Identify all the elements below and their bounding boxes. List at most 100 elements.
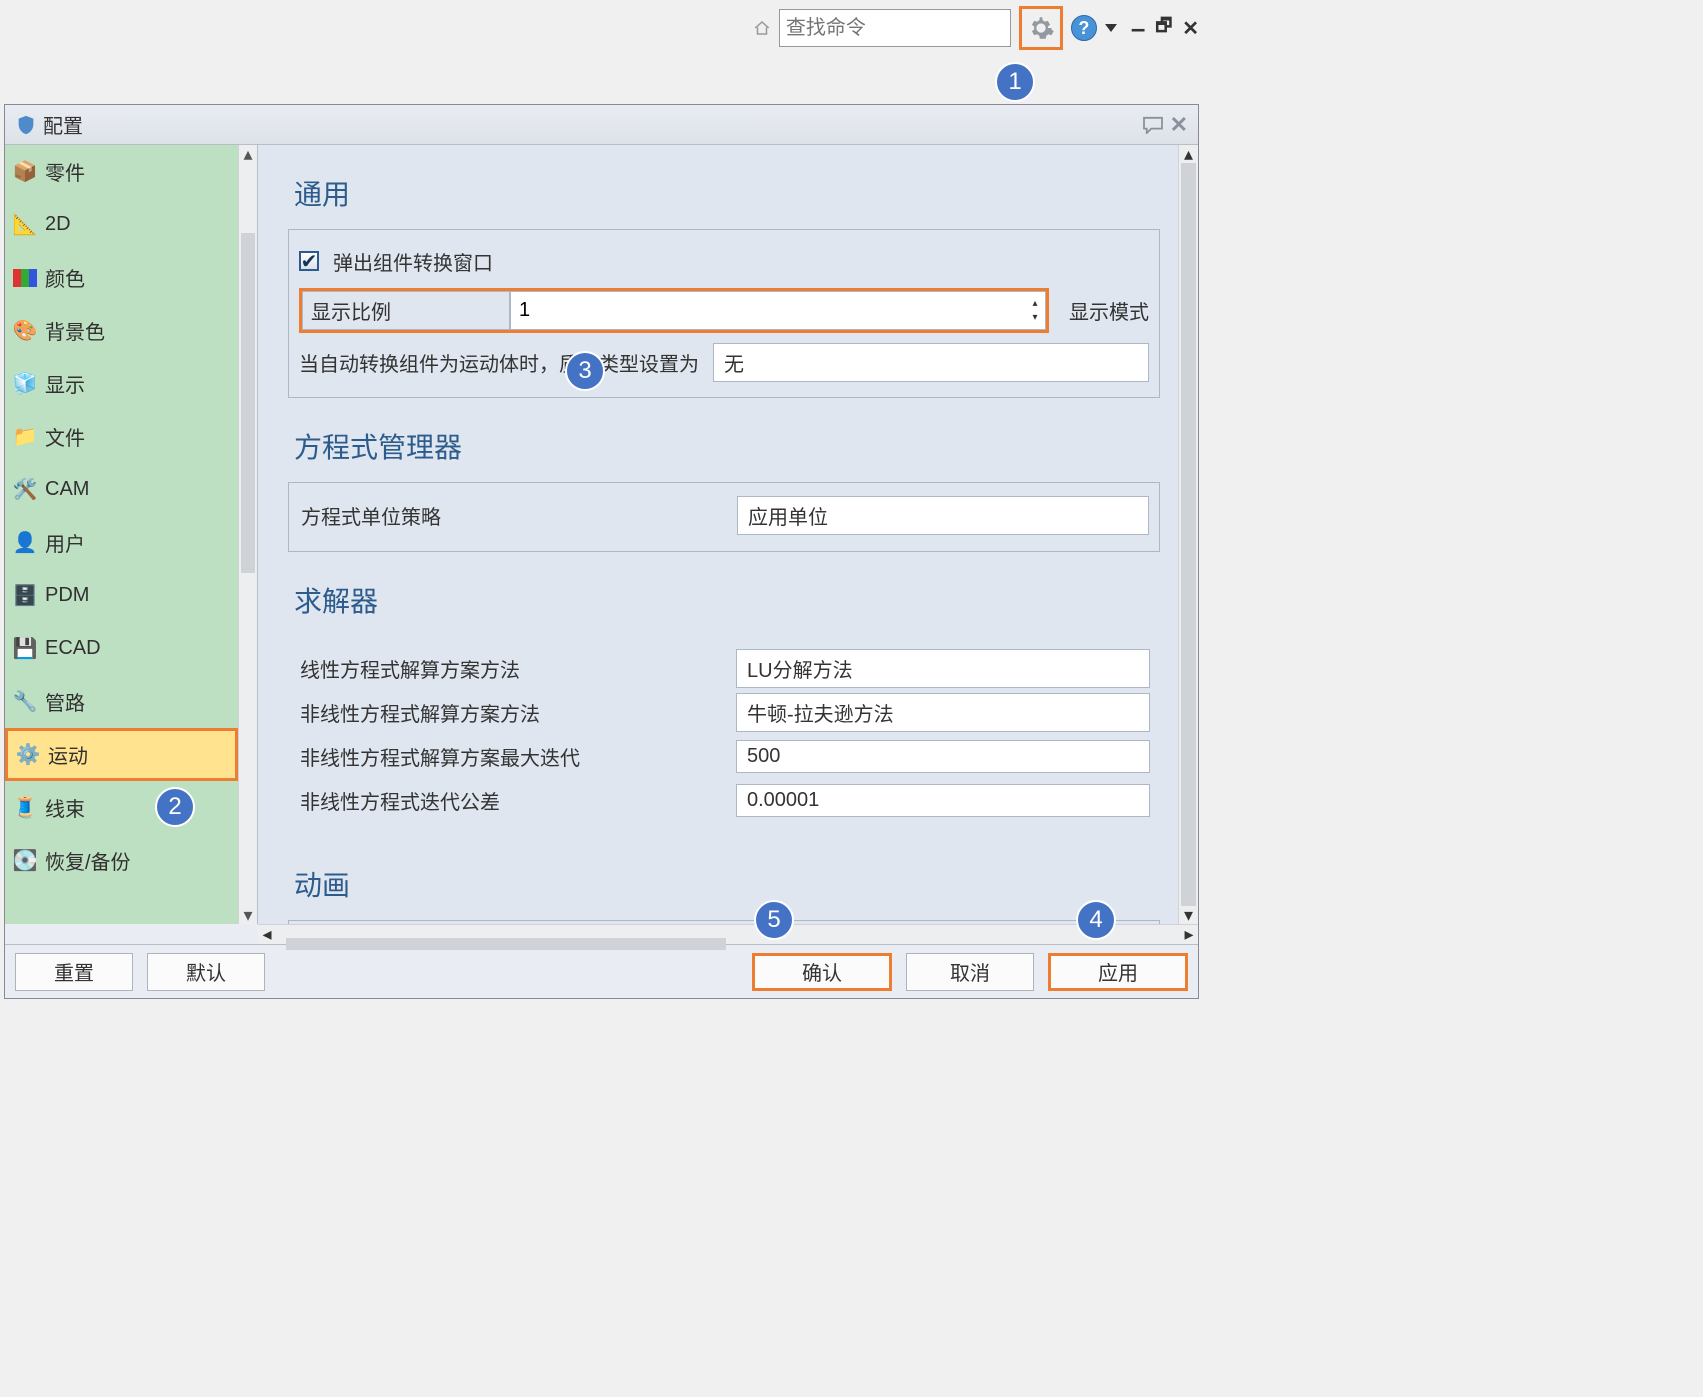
sidebar-item-pipe[interactable]: 🔧管路 <box>5 675 238 728</box>
sidebar-item-2d[interactable]: 📐 2D <box>5 198 238 251</box>
sidebar-item-label: CAM <box>45 478 89 501</box>
autoconvert-value[interactable]: 无 <box>713 343 1149 382</box>
spinner-down-icon[interactable]: ▾ <box>1025 311 1045 325</box>
scroll-up-icon[interactable]: ▴ <box>239 145 257 163</box>
annotation-badge-5: 5 <box>754 900 794 940</box>
content-scrollbar[interactable]: ▴ ▾ <box>1178 145 1198 924</box>
linear-label: 线性方程式解算方案方法 <box>298 654 728 683</box>
pipe-icon: 🔧 <box>13 690 37 714</box>
motion-icon: ⚙️ <box>16 743 40 767</box>
scroll-down-icon[interactable]: ▾ <box>239 906 257 924</box>
popup-checkbox[interactable]: ✔ <box>299 251 319 271</box>
section-title-general: 通用 <box>288 145 1160 229</box>
scroll-track[interactable] <box>239 163 257 906</box>
sidebar-item-display[interactable]: 🧊 显示 <box>5 357 238 410</box>
section-title-eqmgr: 方程式管理器 <box>288 398 1160 482</box>
dialog-close-icon[interactable]: ✕ <box>1170 112 1188 138</box>
harness-icon: 🧵 <box>13 796 37 820</box>
unit-strategy-value[interactable]: 应用单位 <box>737 496 1149 535</box>
annotation-badge-3: 3 <box>565 351 605 391</box>
dialog-title: 配置 <box>43 110 83 139</box>
scroll-right-icon[interactable]: ▸ <box>1180 924 1198 945</box>
sidebar-item-label: 背景色 <box>45 316 105 345</box>
dialog-titlebar: 配置 ✕ <box>5 105 1198 145</box>
sidebar-scrollbar[interactable]: ▴ ▾ <box>238 145 257 924</box>
sidebar-item-backup[interactable]: 💽 恢复/备份 <box>5 834 238 887</box>
cancel-button[interactable]: 取消 <box>906 953 1034 991</box>
help-dropdown-icon[interactable] <box>1105 24 1117 32</box>
sidebar-item-label: 2D <box>45 213 71 236</box>
part-icon: 📦 <box>13 160 37 184</box>
scroll-up-icon[interactable]: ▴ <box>1179 145 1198 163</box>
sidebar-item-user[interactable]: 👤 用户 <box>5 516 238 569</box>
sidebar-item-label: 颜色 <box>45 263 85 292</box>
section-title-animation: 动画 <box>288 836 1160 920</box>
linear-value[interactable]: LU分解方法 <box>736 649 1150 688</box>
nonlinear-value[interactable]: 牛顿-拉夫逊方法 <box>736 693 1150 732</box>
close-icon[interactable]: ✕ <box>1182 16 1199 41</box>
sidebar-item-pdm[interactable]: 🗄️ PDM <box>5 569 238 622</box>
dialog-footer: 重置 默认 确认 取消 应用 <box>5 944 1198 998</box>
folder-icon: 📁 <box>13 425 37 449</box>
display-mode-label: 显示模式 <box>1049 296 1149 325</box>
annotation-badge-1: 1 <box>995 62 1035 102</box>
command-search[interactable] <box>779 9 1011 47</box>
gear-icon <box>1027 14 1055 42</box>
color-icon <box>13 266 37 290</box>
sidebar-item-part[interactable]: 📦 零件 <box>5 145 238 198</box>
settings-content: 通用 ✔ 弹出组件转换窗口 显示比例 <box>258 145 1178 924</box>
scroll-thumb[interactable] <box>1181 163 1196 906</box>
sidebar-item-color[interactable]: 颜色 <box>5 251 238 304</box>
sidebar-item-label: 文件 <box>45 422 85 451</box>
sidebar-item-cam[interactable]: 🛠️ CAM <box>5 463 238 516</box>
search-input[interactable] <box>786 17 1051 40</box>
popup-checkbox-label: 弹出组件转换窗口 <box>333 247 493 276</box>
tol-value[interactable]: 0.00001 <box>736 784 1150 817</box>
scroll-down-icon[interactable]: ▾ <box>1179 906 1198 924</box>
sidebar-item-label: 用户 <box>45 528 85 557</box>
maxiter-label: 非线性方程式解算方案最大迭代 <box>298 742 728 771</box>
section-general: ✔ 弹出组件转换窗口 显示比例 ▴▾ <box>288 229 1160 398</box>
scroll-left-icon[interactable]: ◂ <box>258 924 276 945</box>
cam-icon: 🛠️ <box>13 478 37 502</box>
spinner-up-icon[interactable]: ▴ <box>1025 297 1045 311</box>
sidebar-item-ecad[interactable]: 💾ECAD <box>5 622 238 675</box>
scale-spinner[interactable]: ▴▾ <box>510 291 1046 330</box>
annotation-badge-2: 2 <box>155 787 195 827</box>
section-title-solver: 求解器 <box>288 552 1160 636</box>
shield-icon <box>15 114 37 136</box>
reset-button[interactable]: 重置 <box>15 953 133 991</box>
scale-input[interactable] <box>511 295 1025 326</box>
autoconvert-label: 当自动转换组件为运动体时，质心类型设置为 <box>299 348 699 377</box>
tol-label: 非线性方程式迭代公差 <box>298 786 728 815</box>
backup-icon: 💽 <box>13 849 37 873</box>
palette-icon: 🎨 <box>13 319 37 343</box>
sidebar-item-motion[interactable]: ⚙️运动 <box>5 728 238 781</box>
horizontal-scrollbar[interactable]: ◂ ▸ <box>258 924 1198 944</box>
draft-icon: 📐 <box>13 213 37 237</box>
sidebar-item-label: 显示 <box>45 369 85 398</box>
sidebar-item-bgcolor[interactable]: 🎨 背景色 <box>5 304 238 357</box>
default-button[interactable]: 默认 <box>147 953 265 991</box>
help-icon[interactable]: ? <box>1071 15 1097 41</box>
sidebar-item-label: 零件 <box>45 157 85 186</box>
sidebar-item-label: 恢复/备份 <box>45 846 131 875</box>
maxiter-value[interactable]: 500 <box>736 740 1150 773</box>
minimize-icon[interactable]: – <box>1131 13 1145 44</box>
annotation-badge-4: 4 <box>1076 900 1116 940</box>
settings-button[interactable] <box>1019 6 1063 50</box>
scale-label: 显示比例 <box>302 291 510 330</box>
sidebar-item-label: PDM <box>45 584 89 607</box>
sidebar-item-file[interactable]: 📁 文件 <box>5 410 238 463</box>
ok-button[interactable]: 确认 <box>752 953 892 991</box>
home-icon[interactable] <box>753 19 771 37</box>
user-icon: 👤 <box>13 531 37 555</box>
feedback-icon[interactable] <box>1142 116 1164 134</box>
restore-icon[interactable]: 🗗 <box>1155 13 1172 43</box>
window-controls: – 🗗 ✕ <box>1131 13 1199 44</box>
box-icon: 🧊 <box>13 372 37 396</box>
apply-button[interactable]: 应用 <box>1048 953 1188 991</box>
sidebar-item-harness[interactable]: 🧵线束 <box>5 781 238 834</box>
pdm-icon: 🗄️ <box>13 584 37 608</box>
config-dialog: 配置 ✕ 📦 零件 📐 2D 颜色 🎨 背景色 🧊 显示 📁 文件 🛠️ CAM 👤 用户 🗄… <box>4 104 1199 999</box>
